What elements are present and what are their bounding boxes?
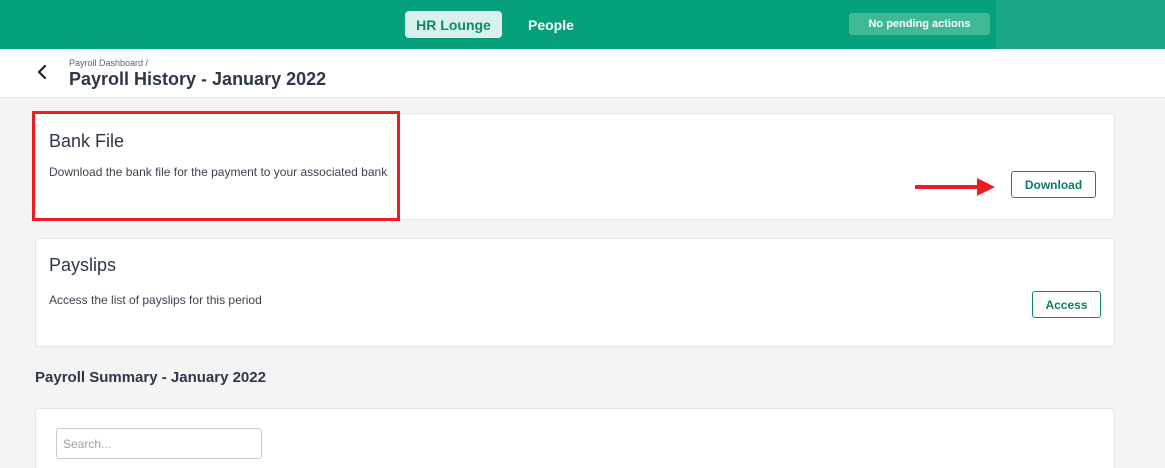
payslips-card: Payslips Access the list of payslips for…	[35, 238, 1115, 347]
page-header: Payroll Dashboard / Payroll History - Ja…	[0, 49, 1165, 98]
download-button[interactable]: Download	[1011, 171, 1096, 198]
payroll-summary-title: Payroll Summary - January 2022	[35, 369, 266, 386]
chevron-left-icon[interactable]	[35, 62, 51, 82]
arrow-right-icon	[915, 178, 995, 196]
payslips-title: Payslips	[49, 255, 117, 275]
top-navigation-bar: HR Lounge People No pending actions	[0, 0, 1165, 49]
breadcrumb[interactable]: Payroll Dashboard /	[69, 58, 148, 68]
nav-item-hr-lounge[interactable]: HR Lounge	[405, 11, 502, 38]
pending-actions-badge[interactable]: No pending actions	[849, 13, 990, 35]
search-input[interactable]	[56, 428, 262, 459]
page-title: Payroll History - January 2022	[69, 69, 327, 89]
access-button[interactable]: Access	[1032, 291, 1101, 318]
payslips-description: Access the list of payslips for this per…	[49, 293, 262, 307]
topbar-user-area	[996, 0, 1165, 49]
nav-item-people[interactable]: People	[528, 11, 574, 38]
highlight-annotation-box	[32, 111, 400, 221]
payroll-summary-card	[35, 408, 1115, 468]
